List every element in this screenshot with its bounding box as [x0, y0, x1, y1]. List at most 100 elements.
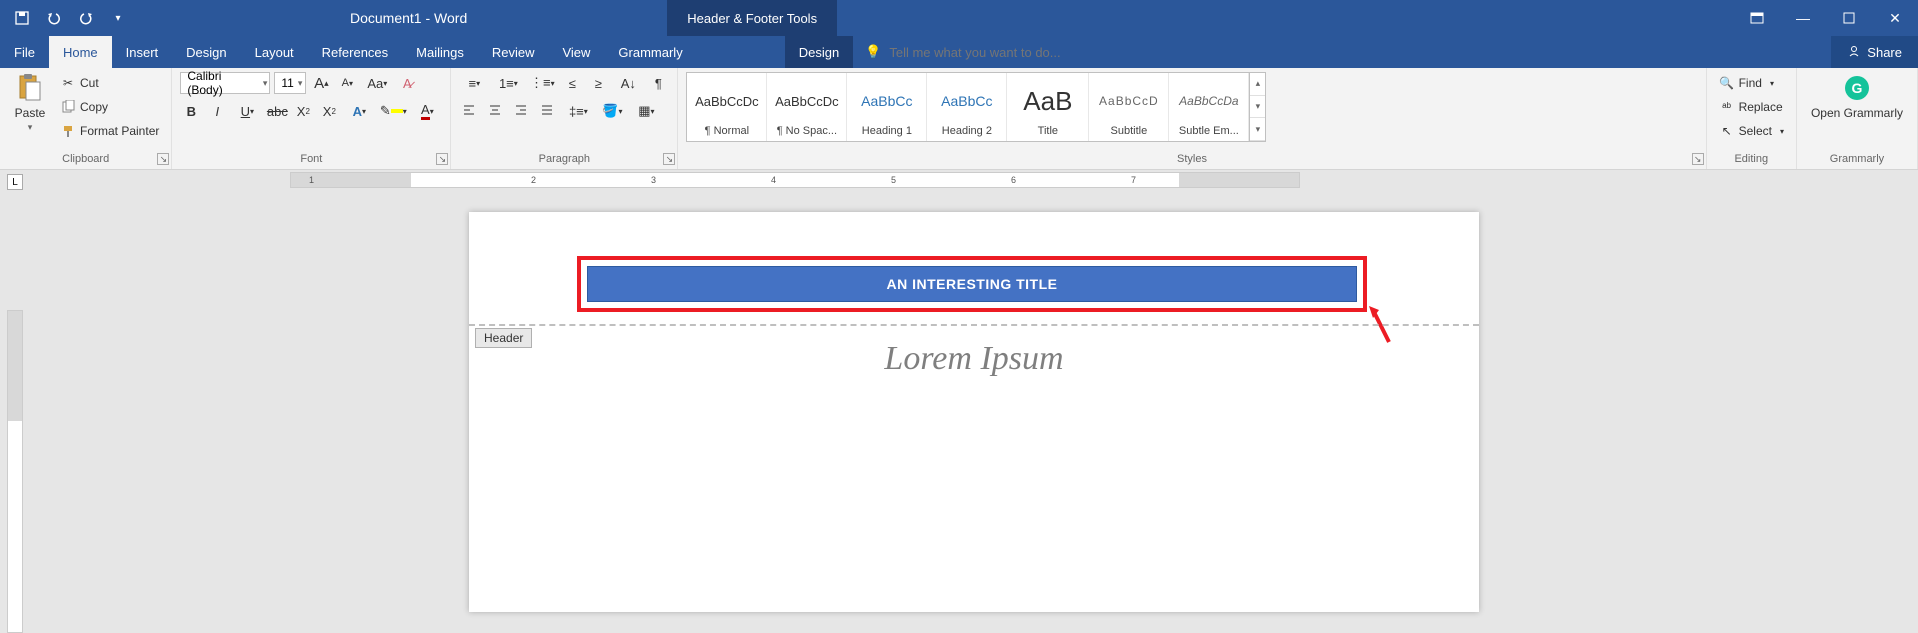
style-heading2[interactable]: AaBbCcHeading 2 — [927, 73, 1007, 141]
highlight-button[interactable]: ✎▾ — [378, 100, 408, 122]
cut-button[interactable]: ✂Cut — [56, 72, 163, 94]
borders-icon: ▦ — [638, 103, 650, 119]
superscript-button[interactable]: X2 — [318, 100, 340, 122]
eraser-icon: A̷ — [403, 76, 412, 91]
change-case-button[interactable]: Aa▾ — [362, 72, 392, 94]
header-title-box[interactable]: AN INTERESTING TITLE — [587, 266, 1357, 302]
ruler-tick: 6 — [1011, 175, 1016, 185]
indent-icon: ≥ — [595, 76, 602, 91]
group-label-paragraph: Paragraph — [459, 151, 669, 169]
tab-selector[interactable]: L — [7, 174, 23, 190]
group-label-font: Font — [180, 151, 442, 169]
maximize-button[interactable] — [1826, 0, 1872, 36]
sort-button[interactable]: A↓ — [613, 72, 643, 94]
sort-icon: A↓ — [621, 76, 636, 91]
clipboard-launcher[interactable]: ↘ — [157, 153, 169, 165]
align-right-button[interactable] — [511, 100, 533, 122]
justify-button[interactable] — [537, 100, 559, 122]
paragraph-launcher[interactable]: ↘ — [663, 153, 675, 165]
tab-references[interactable]: References — [308, 36, 402, 68]
tab-review[interactable]: Review — [478, 36, 549, 68]
strikethrough-button[interactable]: abc — [266, 100, 288, 122]
find-button[interactable]: 🔍Find▾ — [1715, 72, 1778, 94]
bold-button[interactable]: B — [180, 100, 202, 122]
copy-label: Copy — [80, 100, 108, 114]
tab-design[interactable]: Design — [172, 36, 240, 68]
format-painter-button[interactable]: Format Painter — [56, 120, 163, 142]
tab-layout[interactable]: Layout — [241, 36, 308, 68]
copy-button[interactable]: Copy — [56, 96, 163, 118]
style-title[interactable]: AaBTitle — [1007, 73, 1089, 141]
share-button[interactable]: Share — [1831, 36, 1918, 68]
redo-button[interactable] — [72, 4, 100, 32]
underline-button[interactable]: U▾ — [232, 100, 262, 122]
paintbrush-icon — [60, 123, 76, 139]
share-icon — [1847, 44, 1861, 61]
style-subtitle[interactable]: AaBbCcDSubtitle — [1089, 73, 1169, 141]
tell-me-input[interactable] — [889, 45, 1149, 60]
show-marks-button[interactable]: ¶ — [647, 72, 669, 94]
tab-insert[interactable]: Insert — [112, 36, 173, 68]
style-heading1[interactable]: AaBbCcHeading 1 — [847, 73, 927, 141]
numbering-button[interactable]: 1≡▾ — [493, 72, 523, 94]
font-color-button[interactable]: A▾ — [412, 100, 442, 122]
undo-button[interactable] — [40, 4, 68, 32]
open-grammarly-button[interactable]: G Open Grammarly — [1805, 72, 1909, 120]
copy-icon — [60, 99, 76, 115]
align-center-button[interactable] — [485, 100, 507, 122]
tab-grammarly[interactable]: Grammarly — [604, 36, 696, 68]
styles-launcher[interactable]: ↘ — [1692, 153, 1704, 165]
grammarly-icon: G — [1841, 72, 1873, 104]
select-button[interactable]: ↖Select▾ — [1715, 120, 1788, 142]
font-size-combo[interactable]: 11▾ — [274, 72, 306, 94]
replace-label: Replace — [1739, 100, 1783, 114]
shrink-font-button[interactable]: A▾ — [336, 72, 358, 94]
page[interactable]: AN INTERESTING TITLE Header Lorem Ipsum — [469, 212, 1479, 612]
styles-up-button[interactable]: ▴ — [1250, 73, 1265, 96]
minimize-button[interactable]: — — [1780, 0, 1826, 36]
font-launcher[interactable]: ↘ — [436, 153, 448, 165]
decrease-indent-button[interactable]: ≤ — [561, 72, 583, 94]
horizontal-ruler[interactable]: 1 2 3 4 5 6 7 7 — [290, 172, 1300, 188]
font-name-combo[interactable]: Calibri (Body)▾ — [180, 72, 270, 94]
qat-customize-button[interactable]: ▾ — [104, 4, 132, 32]
close-button[interactable]: ✕ — [1872, 0, 1918, 36]
tab-home[interactable]: Home — [49, 36, 112, 68]
ribbon-display-button[interactable] — [1734, 0, 1780, 36]
tab-view[interactable]: View — [548, 36, 604, 68]
replace-button[interactable]: ᵃᵇ Replace — [1715, 96, 1787, 118]
ruler-tick: 4 — [771, 175, 776, 185]
document-body-title[interactable]: Lorem Ipsum — [469, 340, 1479, 378]
spacing-icon: ‡≡ — [569, 104, 584, 119]
ruler-tick: 3 — [651, 175, 656, 185]
replace-icon: ᵃᵇ — [1719, 99, 1735, 115]
tab-context-design[interactable]: Design — [785, 36, 853, 68]
tab-mailings[interactable]: Mailings — [402, 36, 478, 68]
style-subtle-emphasis[interactable]: AaBbCcDaSubtle Em... — [1169, 73, 1249, 141]
styles-more-button[interactable]: ▾ — [1250, 118, 1265, 141]
line-spacing-button[interactable]: ‡≡▾ — [563, 100, 593, 122]
subscript-button[interactable]: X2 — [292, 100, 314, 122]
bullets-button[interactable]: ≡▾ — [459, 72, 489, 94]
open-grammarly-label: Open Grammarly — [1811, 106, 1903, 120]
save-button[interactable] — [8, 4, 36, 32]
document-canvas[interactable]: AN INTERESTING TITLE Header Lorem Ipsum — [30, 190, 1918, 633]
tell-me-box[interactable]: 💡 — [853, 36, 1831, 68]
multilevel-button[interactable]: ⋮≡▾ — [527, 72, 557, 94]
vertical-ruler[interactable] — [7, 310, 23, 633]
grow-font-button[interactable]: A▴ — [310, 72, 332, 94]
clear-formatting-button[interactable]: A̷ — [396, 72, 418, 94]
style-nospacing[interactable]: AaBbCcDc¶ No Spac... — [767, 73, 847, 141]
paste-button[interactable]: Paste ▾ — [8, 72, 52, 133]
text-effects-button[interactable]: A▾ — [344, 100, 374, 122]
shading-button[interactable]: 🪣▾ — [597, 100, 627, 122]
styles-down-button[interactable]: ▾ — [1250, 96, 1265, 119]
increase-indent-button[interactable]: ≥ — [587, 72, 609, 94]
borders-button[interactable]: ▦▾ — [631, 100, 661, 122]
italic-button[interactable]: I — [206, 100, 228, 122]
align-left-button[interactable] — [459, 100, 481, 122]
group-font: Calibri (Body)▾ 11▾ A▴ A▾ Aa▾ A̷ B I U▾ … — [172, 68, 451, 169]
ruler-tick: 1 — [309, 175, 314, 185]
style-normal[interactable]: AaBbCcDc¶ Normal — [687, 73, 767, 141]
tab-file[interactable]: File — [0, 36, 49, 68]
